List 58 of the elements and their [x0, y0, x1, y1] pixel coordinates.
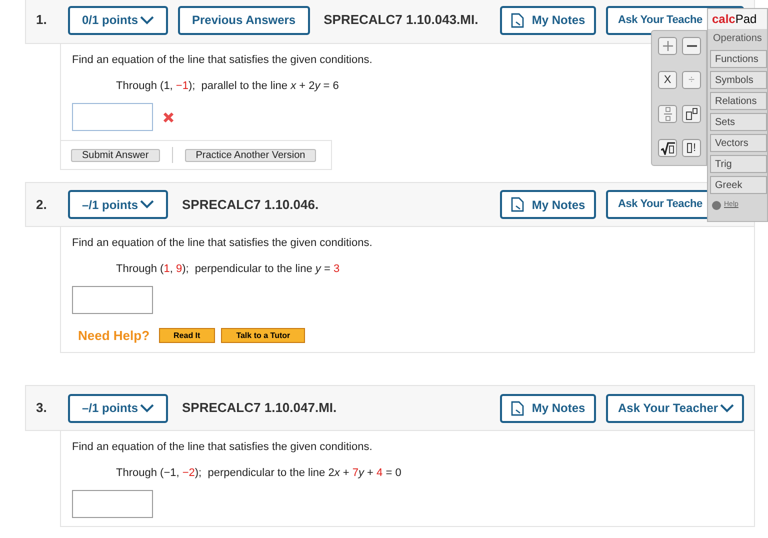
incorrect-icon — [163, 112, 174, 122]
question-code: SPRECALC7 1.10.047.MI. — [182, 399, 337, 418]
calcpad-tab[interactable]: Greek — [710, 176, 767, 194]
factorial-key[interactable]: ! — [682, 139, 701, 157]
chevron-down-icon — [720, 404, 734, 412]
action-button[interactable]: Practice Another Version — [184, 148, 316, 162]
question-prompt: Find an equation of the line that satisfies the given conditions. — [72, 53, 372, 68]
action-button[interactable]: Submit Answer — [71, 148, 160, 162]
minus-icon — [686, 45, 696, 47]
chevron-down-icon — [140, 200, 154, 209]
previous-answers-button[interactable]: Previous Answers — [178, 6, 310, 34]
points-dropdown[interactable]: 0/1 points — [68, 6, 168, 34]
points-dropdown[interactable]: –/1 points — [68, 394, 168, 422]
answer-field[interactable] — [72, 490, 153, 518]
answer-field[interactable] — [72, 286, 153, 314]
square-root-icon — [660, 142, 674, 154]
exponent-icon — [686, 108, 698, 120]
minus-key[interactable] — [682, 37, 701, 55]
question-condition: Through (1, 9); perpendicular to the line y = 3 — [116, 262, 340, 276]
help-button[interactable]: Read It — [158, 328, 216, 344]
my-notes-button[interactable]: My Notes — [500, 6, 596, 34]
calcpad-tab[interactable]: Relations — [710, 92, 767, 110]
note-icon — [510, 12, 524, 28]
square-root-key[interactable] — [658, 139, 677, 157]
placeholder-box-icon — [686, 143, 692, 153]
multiply-key[interactable]: X — [658, 71, 677, 89]
note-icon — [510, 400, 524, 416]
calcpad-tab[interactable]: Functions — [710, 50, 767, 68]
help-icon — [712, 200, 721, 210]
question-number: 3. — [36, 399, 48, 418]
calcpad-tab[interactable]: Sets — [710, 113, 767, 131]
question-prompt: Find an equation of the line that satisfies the given conditions. — [72, 236, 372, 251]
points-dropdown[interactable]: –/1 points — [68, 190, 168, 219]
question-prompt: Find an equation of the line that satisfies the given conditions. — [72, 440, 372, 455]
exponent-key[interactable] — [682, 105, 701, 123]
calcpad-tab[interactable]: Trig — [710, 155, 767, 173]
fraction-key[interactable] — [658, 105, 677, 123]
fraction-icon — [664, 107, 672, 121]
plus-key[interactable] — [658, 37, 677, 55]
question-code: SPRECALC7 1.10.043.MI. — [324, 11, 478, 30]
calcpad-tab[interactable]: Symbols — [710, 71, 767, 89]
calcpad-title: calcPad — [708, 9, 767, 29]
chevron-down-icon — [140, 16, 154, 24]
question-code: SPRECALC7 1.10.046. — [182, 196, 319, 214]
question-number: 1. — [36, 11, 48, 30]
ask-teacher-button[interactable]: Ask Your Teacher — [606, 394, 744, 422]
help-button[interactable]: Talk to a Tutor — [221, 328, 306, 344]
question-condition: Through (1, −1); parallel to the line x + 2y = 6 — [116, 78, 339, 94]
plus-icon — [662, 41, 672, 51]
note-icon — [510, 197, 524, 212]
my-notes-button[interactable]: My Notes — [500, 190, 596, 219]
chevron-down-icon — [140, 404, 154, 412]
calcpad-tab[interactable]: Vectors — [710, 134, 767, 152]
answer-field[interactable] — [72, 103, 153, 131]
need-help-label: Need Help? — [78, 327, 150, 345]
my-notes-button[interactable]: My Notes — [500, 394, 596, 422]
question-condition: Through (−1, −2); perpendicular to the line 2x + 7y + 4 = 0 — [116, 466, 402, 480]
question-number: 2. — [36, 196, 48, 214]
